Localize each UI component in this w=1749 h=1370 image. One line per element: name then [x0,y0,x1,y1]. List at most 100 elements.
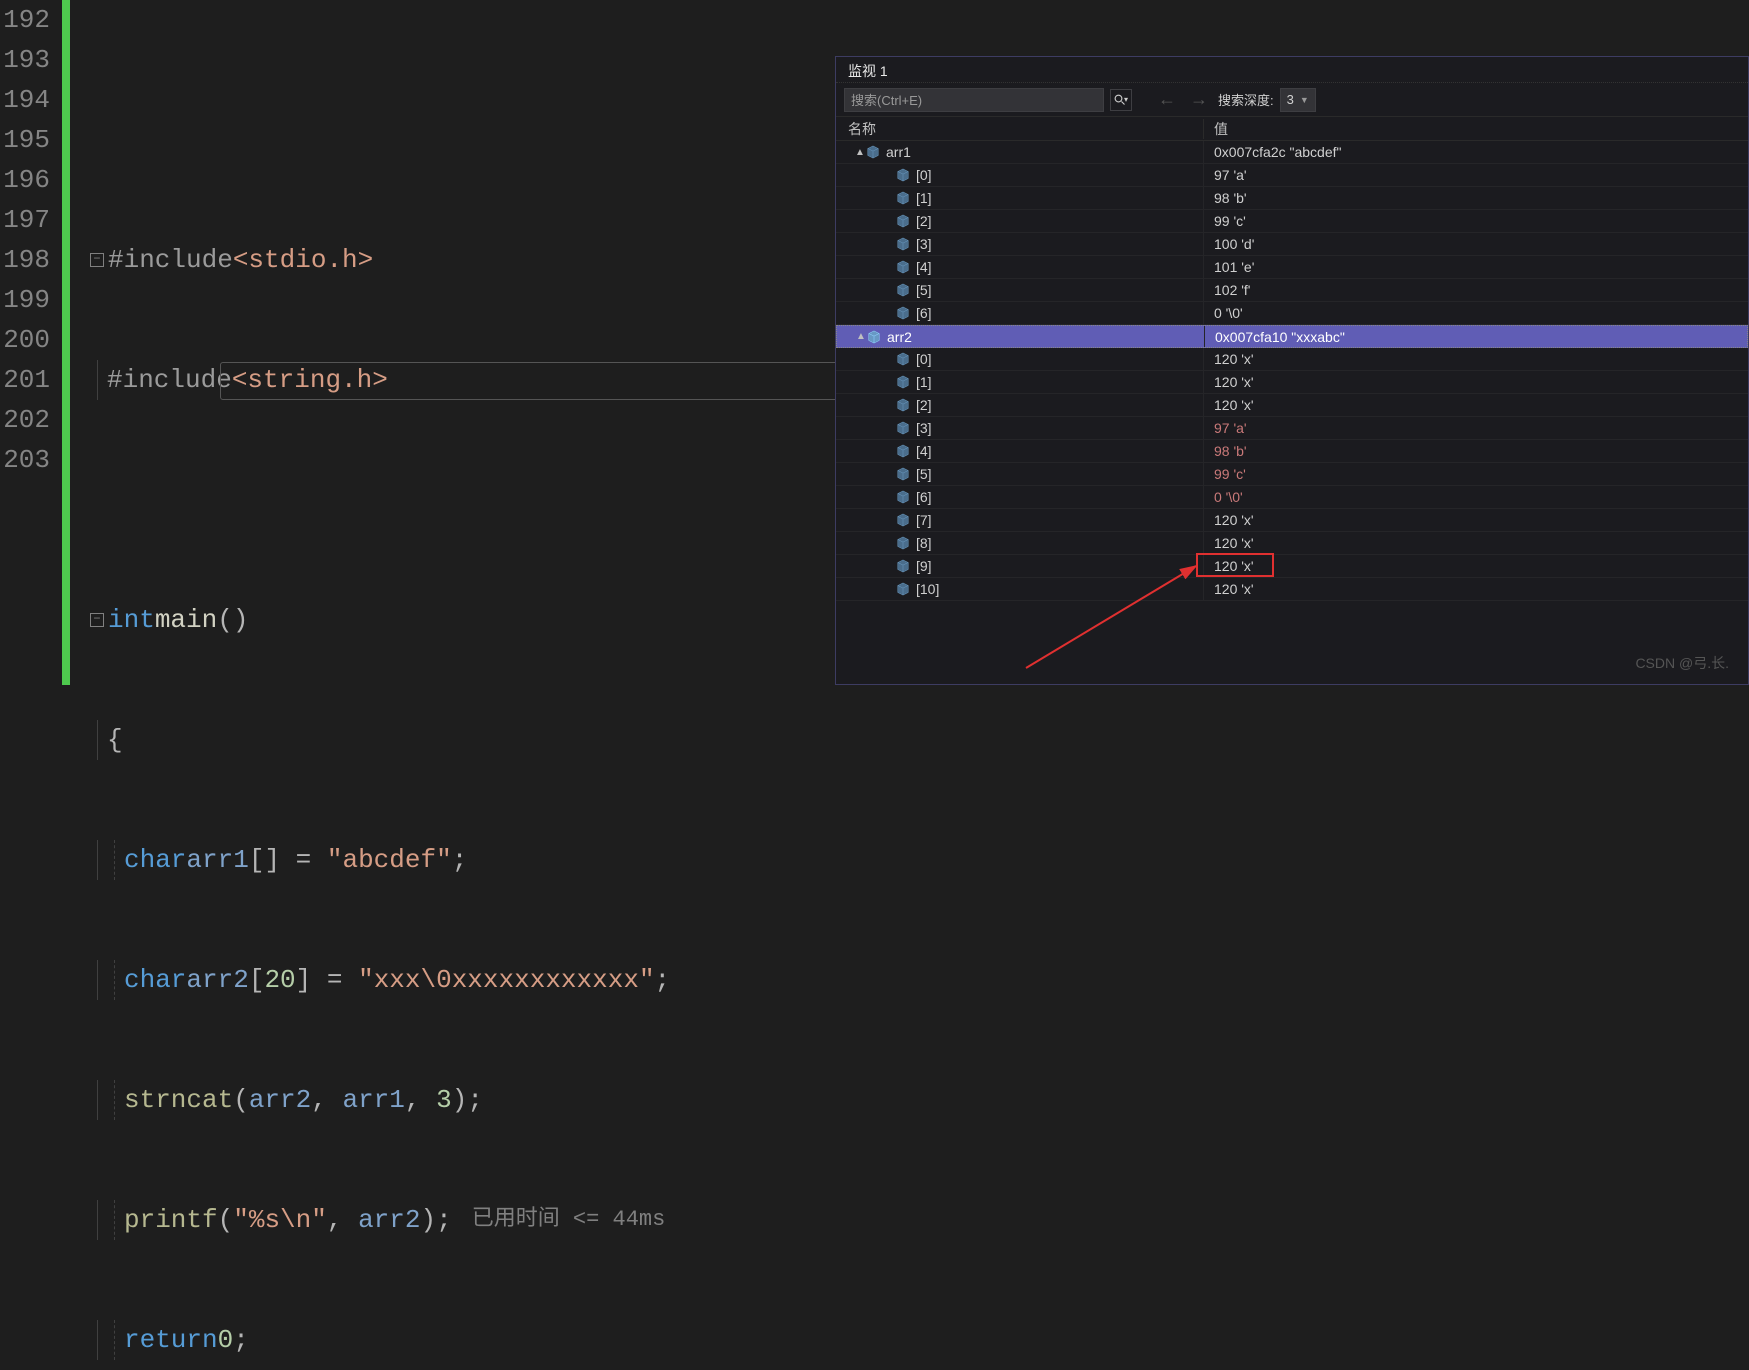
row-name[interactable]: [5] [836,279,1204,301]
code-editor[interactable]: 192193194195196197198199200201202203 −#i… [0,0,835,685]
watch-row[interactable]: [6]0 '\0' [836,486,1748,509]
watch-row[interactable]: [10]120 'x' [836,578,1748,601]
watch-row[interactable]: [7]120 'x' [836,509,1748,532]
watch-row[interactable]: [0]97 'a' [836,164,1748,187]
row-value[interactable]: 98 'b' [1204,443,1748,459]
row-name[interactable]: [7] [836,509,1204,531]
arg: arr2 [358,1200,420,1240]
eq: = [311,960,358,1000]
row-name[interactable]: [1] [836,371,1204,393]
search-input[interactable]: 搜索(Ctrl+E) [844,88,1104,112]
semi: ; [452,840,468,880]
row-value[interactable]: 97 'a' [1204,167,1748,183]
watch-row[interactable]: [0]120 'x' [836,348,1748,371]
watch-row[interactable]: [4]101 'e' [836,256,1748,279]
watch-row[interactable]: [3]100 'd' [836,233,1748,256]
parens: () [217,600,248,640]
depth-select[interactable]: 3▼ [1280,88,1316,112]
row-name[interactable]: [2] [836,394,1204,416]
row-value[interactable]: 98 'b' [1204,190,1748,206]
row-name[interactable]: [1] [836,187,1204,209]
row-value[interactable]: 0x007cfa2c "abcdef" [1204,144,1748,160]
code-content[interactable]: −#include<stdio.h> #include<string.h> −i… [90,0,670,685]
line-number: 193 [0,40,50,80]
preproc: #include [108,240,233,280]
row-name[interactable]: [9] [836,555,1204,577]
col-header-name[interactable]: 名称 [836,119,1204,139]
watch-panel[interactable]: 监视 1 搜索(Ctrl+E) ▾ ← → 搜索深度: 3▼ 名称 值 ▲arr… [835,56,1749,685]
row-value[interactable]: 120 'x' [1204,351,1748,367]
row-name[interactable]: [3] [836,417,1204,439]
line-number: 200 [0,320,50,360]
nav-next[interactable]: → [1186,89,1212,110]
row-name[interactable]: [2] [836,210,1204,232]
number: 20 [264,960,295,1000]
watch-row[interactable]: [1]120 'x' [836,371,1748,394]
row-name[interactable]: [8] [836,532,1204,554]
watch-row[interactable]: [5]102 'f' [836,279,1748,302]
bracket: ] [296,960,312,1000]
watch-row[interactable]: ▲arr20x007cfa10 "xxxabc" [836,325,1748,348]
comma: , [405,1080,436,1120]
paren: ) [421,1200,437,1240]
row-name[interactable]: [6] [836,302,1204,324]
row-name[interactable]: [3] [836,233,1204,255]
line-number: 202 [0,400,50,440]
watch-row[interactable]: [6]0 '\0' [836,302,1748,325]
watch-row[interactable]: [3]97 'a' [836,417,1748,440]
paren: ( [233,1080,249,1120]
row-name[interactable]: [4] [836,440,1204,462]
row-value[interactable]: 99 'c' [1204,213,1748,229]
row-name[interactable]: [0] [836,164,1204,186]
watch-row[interactable]: [2]99 'c' [836,210,1748,233]
row-name[interactable]: [10] [836,578,1204,600]
watch-row[interactable]: [9]120 'x' [836,555,1748,578]
row-value[interactable]: 0x007cfa10 "xxxabc" [1205,329,1747,345]
line-gutter: 192193194195196197198199200201202203 [0,0,62,685]
fold-icon[interactable]: − [90,613,104,627]
row-value[interactable]: 120 'x' [1204,397,1748,413]
row-value[interactable]: 120 'x' [1204,374,1748,390]
search-button[interactable]: ▾ [1110,89,1132,111]
row-name[interactable]: ▲arr2 [837,326,1205,347]
row-value[interactable]: 120 'x' [1204,535,1748,551]
row-value[interactable]: 120 'x' [1204,581,1748,597]
fold-icon[interactable]: − [90,253,104,267]
row-name[interactable]: [0] [836,348,1204,370]
row-value[interactable]: 102 'f' [1204,282,1748,298]
keyword: return [124,1320,218,1360]
line-number: 192 [0,0,50,40]
row-value[interactable]: 100 'd' [1204,236,1748,252]
watch-row[interactable]: ▲arr10x007cfa2c "abcdef" [836,141,1748,164]
row-value[interactable]: 97 'a' [1204,420,1748,436]
row-name[interactable]: [5] [836,463,1204,485]
string: "%s\n" [233,1200,327,1240]
watch-row[interactable]: [5]99 'c' [836,463,1748,486]
watch-row[interactable]: [2]120 'x' [836,394,1748,417]
col-header-value[interactable]: 值 [1204,119,1748,139]
semi: ; [655,960,671,1000]
watch-row[interactable]: [1]98 'b' [836,187,1748,210]
nav-prev[interactable]: ← [1154,89,1180,110]
row-value[interactable]: 99 'c' [1204,466,1748,482]
func-name: main [155,600,217,640]
watch-toolbar: 搜索(Ctrl+E) ▾ ← → 搜索深度: 3▼ [836,83,1748,117]
row-value[interactable]: 120 'x' [1204,512,1748,528]
row-name[interactable]: ▲arr1 [836,141,1204,163]
watch-row[interactable]: [4]98 'b' [836,440,1748,463]
watermark: CSDN @弓.长. [1635,653,1729,673]
row-value[interactable]: 0 '\0' [1204,489,1748,505]
row-name[interactable]: [6] [836,486,1204,508]
line-number: 194 [0,80,50,120]
watch-row[interactable]: [8]120 'x' [836,532,1748,555]
watch-rows[interactable]: ▲arr10x007cfa2c "abcdef"[0]97 'a'[1]98 '… [836,141,1748,601]
row-value[interactable]: 101 'e' [1204,259,1748,275]
watch-header: 名称 值 [836,117,1748,141]
depth-label: 搜索深度: [1218,90,1274,109]
row-name[interactable]: [4] [836,256,1204,278]
line-number: 199 [0,280,50,320]
line-number: 195 [0,120,50,160]
row-value[interactable]: 120 'x' [1204,558,1748,574]
row-value[interactable]: 0 '\0' [1204,305,1748,321]
paren: ) [452,1080,468,1120]
